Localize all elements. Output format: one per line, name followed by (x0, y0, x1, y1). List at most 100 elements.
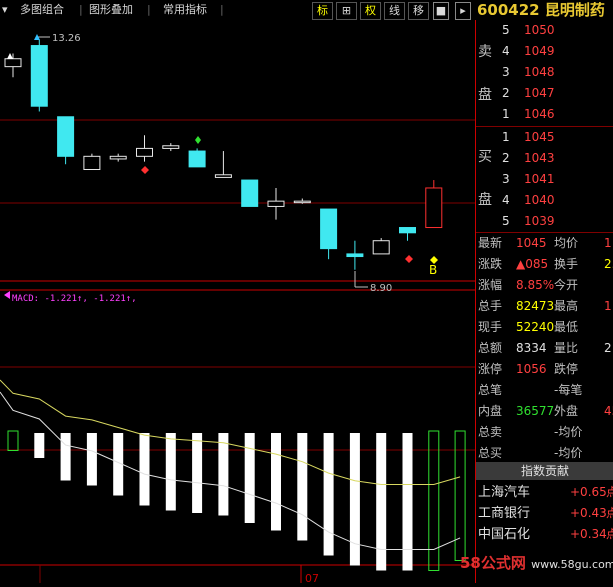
square-icon[interactable]: ■ (433, 2, 449, 20)
stat-label: -均价 (554, 446, 583, 460)
stat-value: 2.6 (604, 257, 613, 271)
stat-label: 换手 (554, 257, 579, 271)
move-button[interactable]: 移 (408, 2, 429, 20)
stat-value: 2 (604, 341, 612, 355)
separator: | (147, 3, 151, 16)
candle-body[interactable] (136, 147, 153, 157)
buy-level: 3 (502, 172, 510, 186)
sell-side-label: 盘 (478, 87, 492, 103)
buy-side-label: 买 (478, 149, 492, 165)
stat-value: ▲085 (516, 257, 549, 271)
buy-price[interactable]: 1041 (524, 169, 555, 190)
overlay-menu[interactable]: 图形叠加 (89, 1, 133, 18)
grid-button[interactable]: ⊞ (336, 2, 357, 20)
mark-button[interactable]: 标 (312, 2, 333, 20)
candle-body[interactable] (57, 116, 75, 157)
contribution-value: +0.65 (570, 485, 607, 499)
rights-button[interactable]: 权 (360, 2, 381, 20)
stat-value: 52240 (516, 320, 555, 334)
contribution-value: +0.34 (570, 527, 607, 541)
candlestick-series (4, 39, 443, 270)
contribution-unit: 点 (606, 506, 613, 520)
stat-label: 最新 (478, 236, 503, 250)
contribution-unit: 点 (606, 527, 613, 541)
candle-body[interactable] (372, 240, 390, 255)
high-price-label: 13.26 (52, 33, 81, 44)
stat-label: 涨跌 (478, 257, 503, 271)
buy-price[interactable]: 1040 (524, 190, 555, 211)
stat-label: -均价 (554, 425, 583, 439)
stat-label: 跌停 (554, 362, 579, 376)
kline-chart-svg: 13.26 8.90 B MACD: -1.221↑, -1.221↑, 07 (0, 33, 475, 585)
dropdown-arrow-icon[interactable]: ▾ (2, 1, 8, 18)
stat-value: 1056 (516, 362, 547, 376)
stat-label: 今开 (554, 278, 579, 292)
contribution-stock-name[interactable]: 上海汽车 (478, 482, 530, 503)
buy-price[interactable]: 1045 (524, 127, 555, 148)
macd-arrow-icon (4, 291, 10, 299)
candle-body[interactable] (214, 174, 232, 178)
diamond-icon (195, 136, 201, 144)
sell-side-label: 卖 (478, 44, 492, 60)
macd-bar (323, 433, 334, 556)
macd-label: MACD: -1.221↑, -1.221↑, (12, 294, 137, 304)
candle-body[interactable] (346, 253, 364, 258)
line-button[interactable]: 线 (384, 2, 405, 20)
stat-label: 最高 (554, 299, 579, 313)
multi-chart-menu[interactable]: 多图组合 (20, 1, 64, 18)
diamond-icon (405, 255, 413, 263)
candle-body[interactable] (188, 150, 206, 168)
buy-level: 5 (502, 214, 510, 228)
macd-bar (7, 430, 19, 451)
stat-label: 最低 (554, 320, 579, 334)
stat-value: 36577 (516, 404, 555, 418)
macd-bar (349, 433, 360, 566)
sell-price[interactable]: 1048 (524, 62, 555, 83)
contribution-stock-name[interactable]: 中国石化 (478, 524, 530, 545)
buy-signal-marker: B (429, 263, 437, 277)
stat-value: 1 (604, 299, 612, 313)
candle-body[interactable] (399, 227, 416, 234)
candle-body[interactable] (109, 155, 127, 160)
candle-body[interactable] (30, 45, 48, 107)
candle-body[interactable] (83, 155, 101, 171)
macd-bar (218, 433, 229, 516)
sell-price[interactable]: 1046 (524, 104, 555, 125)
stat-value: 45 (604, 404, 613, 418)
sell-price[interactable]: 1049 (524, 41, 555, 62)
separator: | (79, 3, 83, 16)
candle-body[interactable] (293, 200, 311, 204)
stat-label: 现手 (478, 320, 503, 334)
date-label: 07 (305, 572, 319, 583)
candle-body[interactable] (320, 208, 338, 250)
macd-bar (192, 433, 203, 513)
stat-label: 总卖 (478, 425, 503, 439)
sell-level: 3 (502, 65, 510, 79)
buy-price[interactable]: 1043 (524, 148, 555, 169)
stat-value: 8.85% (516, 278, 555, 292)
macd-bar (271, 433, 281, 531)
low-price-label: 8.90 (370, 283, 392, 294)
separator: | (220, 3, 224, 16)
macd-bar (165, 433, 176, 511)
candle-body[interactable] (425, 187, 443, 229)
candle-body[interactable] (162, 145, 180, 149)
candle-body[interactable] (241, 179, 259, 207)
sell-price[interactable]: 1050 (524, 20, 555, 41)
kline-chart-area[interactable]: 13.26 8.90 B MACD: -1.221↑, -1.221↑, 07 (0, 20, 475, 585)
indicator-menu[interactable]: 常用指标 (163, 1, 207, 18)
candle-body[interactable] (4, 58, 22, 68)
buy-level: 1 (502, 130, 510, 144)
candle-body[interactable] (267, 200, 285, 207)
stat-label: -每笔 (554, 383, 583, 397)
stock-code-title: 600422 昆明制药 (477, 1, 605, 19)
stat-label: 总额 (478, 341, 503, 355)
buy-price[interactable]: 1039 (524, 211, 555, 232)
sell-price[interactable]: 1047 (524, 83, 555, 104)
panel-toggle-icon[interactable]: ▸ (455, 2, 471, 20)
contribution-stock-name[interactable]: 工商银行 (478, 503, 530, 524)
index-contribution-header[interactable]: 指数贡献 (476, 462, 613, 480)
stat-label: 均价 (554, 236, 579, 250)
contribution-value: +0.43 (570, 506, 607, 520)
macd-bar (139, 433, 150, 506)
